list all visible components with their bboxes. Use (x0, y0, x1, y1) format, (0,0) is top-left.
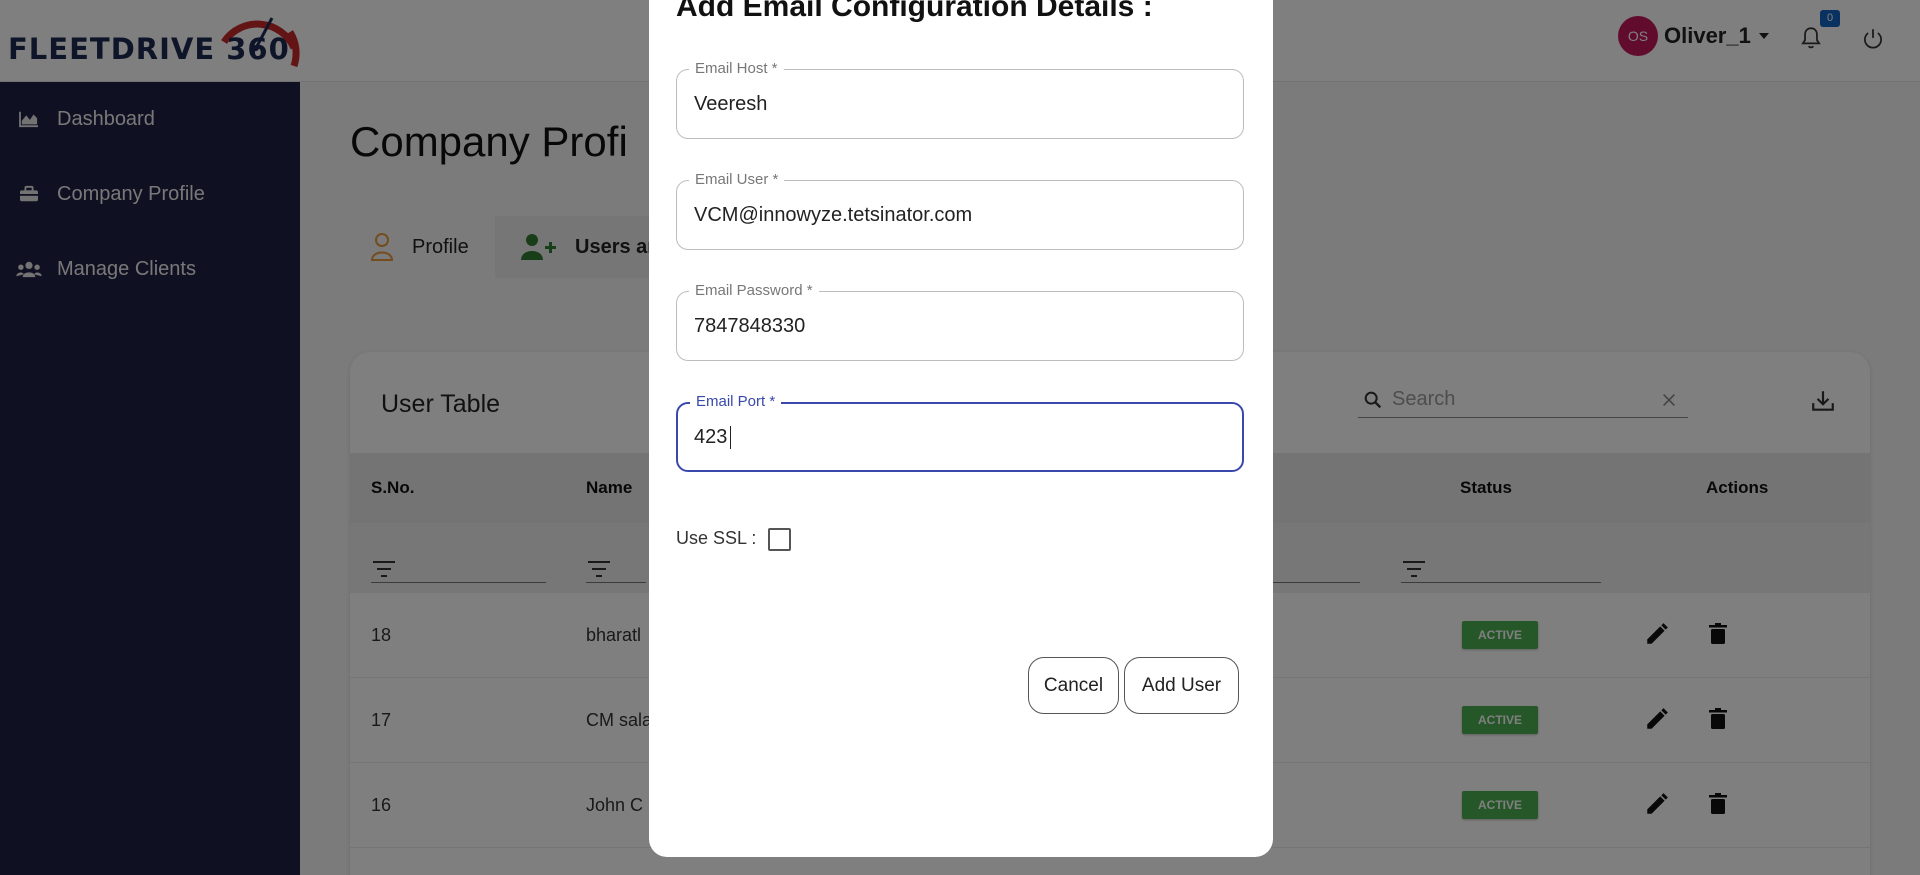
dialog-title: Add Email Configuration Details : (676, 0, 1153, 23)
email-password-input[interactable] (694, 315, 1224, 338)
field-label: Email User * (689, 171, 785, 188)
field-label: Email Host * (689, 60, 784, 77)
email-host-input[interactable] (694, 93, 1224, 116)
email-port-input[interactable] (694, 426, 1224, 449)
email-password-field[interactable]: Email Password * (676, 282, 1244, 361)
cancel-button[interactable]: Cancel (1028, 657, 1119, 714)
email-config-dialog: Add Email Configuration Details : Email … (649, 0, 1273, 857)
email-user-field[interactable]: Email User * (676, 171, 1244, 250)
text-cursor (730, 426, 731, 449)
use-ssl-checkbox[interactable] (768, 528, 791, 551)
use-ssl-label: Use SSL : (676, 528, 757, 548)
field-label: Email Password * (689, 282, 819, 299)
add-user-button[interactable]: Add User (1124, 657, 1239, 714)
field-label: Email Port * (690, 393, 782, 410)
email-port-field[interactable]: Email Port * (676, 393, 1244, 472)
email-user-input[interactable] (694, 204, 1224, 227)
email-host-field[interactable]: Email Host * (676, 60, 1244, 139)
